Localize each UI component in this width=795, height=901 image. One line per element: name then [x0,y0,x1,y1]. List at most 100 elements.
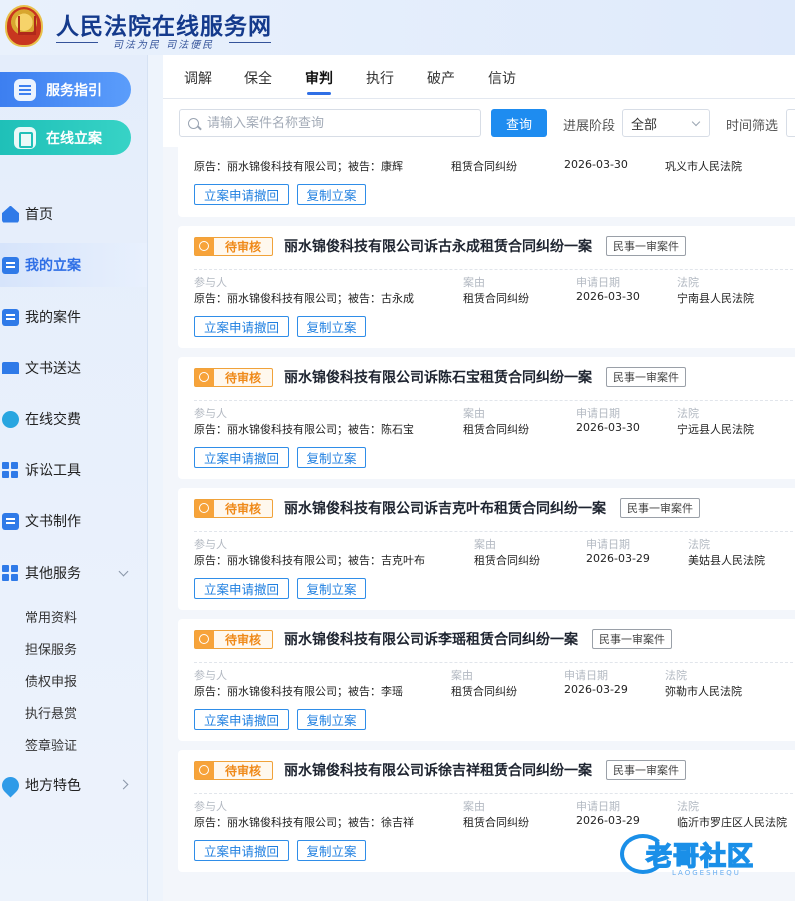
case-type-tag: 民事一审案件 [620,498,700,518]
case-card: 待审核 丽水锦俊科技有限公司诉陈石宝租赁合同纠纷一案 民事一审案件 参与人 案由… [178,357,795,479]
cause-label: 案由 [451,669,473,682]
sidebar-item-litigation-tools[interactable]: 诉讼工具 [0,448,147,492]
status-badge: 待审核 [194,760,273,780]
court-label: 法院 [677,800,699,813]
tab-petition[interactable]: 信访 [488,68,516,88]
case-date: 2026-03-29 [586,552,650,565]
case-card-header: 待审核 丽水锦俊科技有限公司诉古永成租赁合同纠纷一案 民事一审案件 [194,236,686,256]
case-date: 2026-03-29 [564,683,628,696]
sidebar-item-regional-features[interactable]: 地方特色 [0,763,147,807]
copy-filing-button[interactable]: 复制立案 [297,840,366,861]
main-panel: 调解 保全 审判 执行 破产 信访 查询 进展阶段 全部 时间筛选 原告：丽水锦… [163,55,795,901]
case-title[interactable]: 丽水锦俊科技有限公司诉陈石宝租赁合同纠纷一案 [284,367,592,387]
sidebar-item-my-filings[interactable]: 我的立案 [0,243,147,287]
filing-icon [14,126,36,149]
status-badge: 待审核 [194,367,273,387]
search-input[interactable] [207,115,467,131]
time-filter-label: 时间筛选 [726,119,779,134]
clock-icon [195,630,214,648]
case-title[interactable]: 丽水锦俊科技有限公司诉李瑶租赁合同纠纷一案 [284,629,578,649]
withdraw-filing-button[interactable]: 立案申请撤回 [194,184,289,205]
sidebar-item-label: 在线交费 [25,412,81,428]
online-filing-label: 在线立案 [46,130,102,147]
case-title[interactable]: 丽水锦俊科技有限公司诉徐吉祥租赁合同纠纷一案 [284,760,592,780]
court-label: 法院 [677,407,699,420]
service-guide-button[interactable]: 服务指引 [0,72,131,107]
copy-filing-button[interactable]: 复制立案 [297,316,366,337]
case-party: 原告：丽水锦俊科技有限公司；被告：李瑶 [194,685,403,698]
case-cause: 租赁合同纠纷 [463,423,529,436]
search-box [179,109,481,137]
case-date: 2026-03-30 [576,421,640,434]
case-title[interactable]: 丽水锦俊科技有限公司诉古永成租赁合同纠纷一案 [284,236,592,256]
tab-mediation[interactable]: 调解 [184,68,212,88]
site-slogan: 司法为民 司法便民 [56,36,271,51]
site-header: 人民法院在线服务网 司法为民 司法便民 [0,0,795,55]
sidebar-item-document-delivery[interactable]: 文书送达 [0,346,147,390]
sub-item-claim-declaration[interactable]: 债权申报 [25,671,77,690]
sub-item-signature-verification[interactable]: 签章验证 [25,735,77,754]
query-button[interactable]: 查询 [491,109,547,137]
withdraw-filing-button[interactable]: 立案申请撤回 [194,840,289,861]
party-label: 参与人 [194,669,227,682]
apps-icon [2,564,19,582]
watermark-text: 老哥社区 [645,841,755,873]
time-filter-input[interactable] [786,109,795,137]
clipboard-icon [2,308,19,326]
case-cause: 租赁合同纠纷 [463,816,529,829]
case-cause: 租赁合同纠纷 [463,292,529,305]
sidebar-item-other-services[interactable]: 其他服务 [0,551,147,595]
date-label: 申请日期 [576,407,620,420]
sidebar-item-document-creation[interactable]: 文书制作 [0,499,147,543]
case-card-header: 待审核 丽水锦俊科技有限公司诉吉克叶布租赁合同纠纷一案 民事一审案件 [194,498,700,518]
tabs-bar: 调解 保全 审判 执行 破产 信访 [163,55,795,99]
case-card: 原告：丽水锦俊科技有限公司；被告：康辉 租赁合同纠纷 2026-03-30 巩义… [178,147,795,217]
clock-icon [195,237,214,255]
cause-label: 案由 [463,800,485,813]
case-list[interactable]: 原告：丽水锦俊科技有限公司；被告：康辉 租赁合同纠纷 2026-03-30 巩义… [163,147,795,901]
search-icon [188,117,199,129]
tab-preservation[interactable]: 保全 [244,68,272,88]
withdraw-filing-button[interactable]: 立案申请撤回 [194,709,289,730]
case-title[interactable]: 丽水锦俊科技有限公司诉吉克叶布租赁合同纠纷一案 [284,498,606,518]
date-label: 申请日期 [576,276,620,289]
sidebar-item-home[interactable]: 首页 [0,192,147,236]
sidebar-item-label: 我的案件 [25,310,81,326]
date-label: 申请日期 [586,538,630,551]
case-court: 宁远县人民法院 [677,423,754,436]
sidebar: 服务指引 在线立案 首页 我的立案 我的案件 文书送达 在线交费 诉讼工具 文书… [0,55,148,901]
sidebar-item-my-cases[interactable]: 我的案件 [0,295,147,339]
chevron-down-icon [691,117,701,127]
case-card: 待审核 丽水锦俊科技有限公司诉吉克叶布租赁合同纠纷一案 民事一审案件 参与人 案… [178,488,795,610]
copy-filing-button[interactable]: 复制立案 [297,709,366,730]
case-date: 2026-03-30 [576,290,640,303]
withdraw-filing-button[interactable]: 立案申请撤回 [194,447,289,468]
monitor-icon [2,362,19,374]
case-cause: 租赁合同纠纷 [451,160,517,173]
withdraw-filing-button[interactable]: 立案申请撤回 [194,578,289,599]
tab-execution[interactable]: 执行 [366,68,394,88]
case-card-header: 待审核 丽水锦俊科技有限公司诉李瑶租赁合同纠纷一案 民事一审案件 [194,629,672,649]
online-filing-button[interactable]: 在线立案 [0,120,131,155]
sub-item-enforcement-reward[interactable]: 执行悬赏 [25,703,77,722]
tab-trial[interactable]: 审判 [305,68,333,95]
case-type-tag: 民事一审案件 [606,760,686,780]
sidebar-item-label: 地方特色 [25,778,81,794]
cause-label: 案由 [463,276,485,289]
tab-bankruptcy[interactable]: 破产 [427,68,455,88]
sidebar-item-online-payment[interactable]: 在线交费 [0,397,147,441]
party-label: 参与人 [194,800,227,813]
location-pin-icon [0,772,23,798]
case-cause: 租赁合同纠纷 [451,685,517,698]
case-date: 2026-03-30 [564,158,628,171]
copy-filing-button[interactable]: 复制立案 [297,447,366,468]
case-card: 待审核 丽水锦俊科技有限公司诉李瑶租赁合同纠纷一案 民事一审案件 参与人 案由 … [178,619,795,741]
status-badge: 待审核 [194,236,273,256]
stage-select[interactable]: 全部 [622,109,710,137]
copy-filing-button[interactable]: 复制立案 [297,184,366,205]
withdraw-filing-button[interactable]: 立案申请撤回 [194,316,289,337]
case-court: 弥勒市人民法院 [665,685,742,698]
sub-item-guarantee-service[interactable]: 担保服务 [25,639,77,658]
copy-filing-button[interactable]: 复制立案 [297,578,366,599]
sub-item-common-materials[interactable]: 常用资料 [25,607,77,626]
